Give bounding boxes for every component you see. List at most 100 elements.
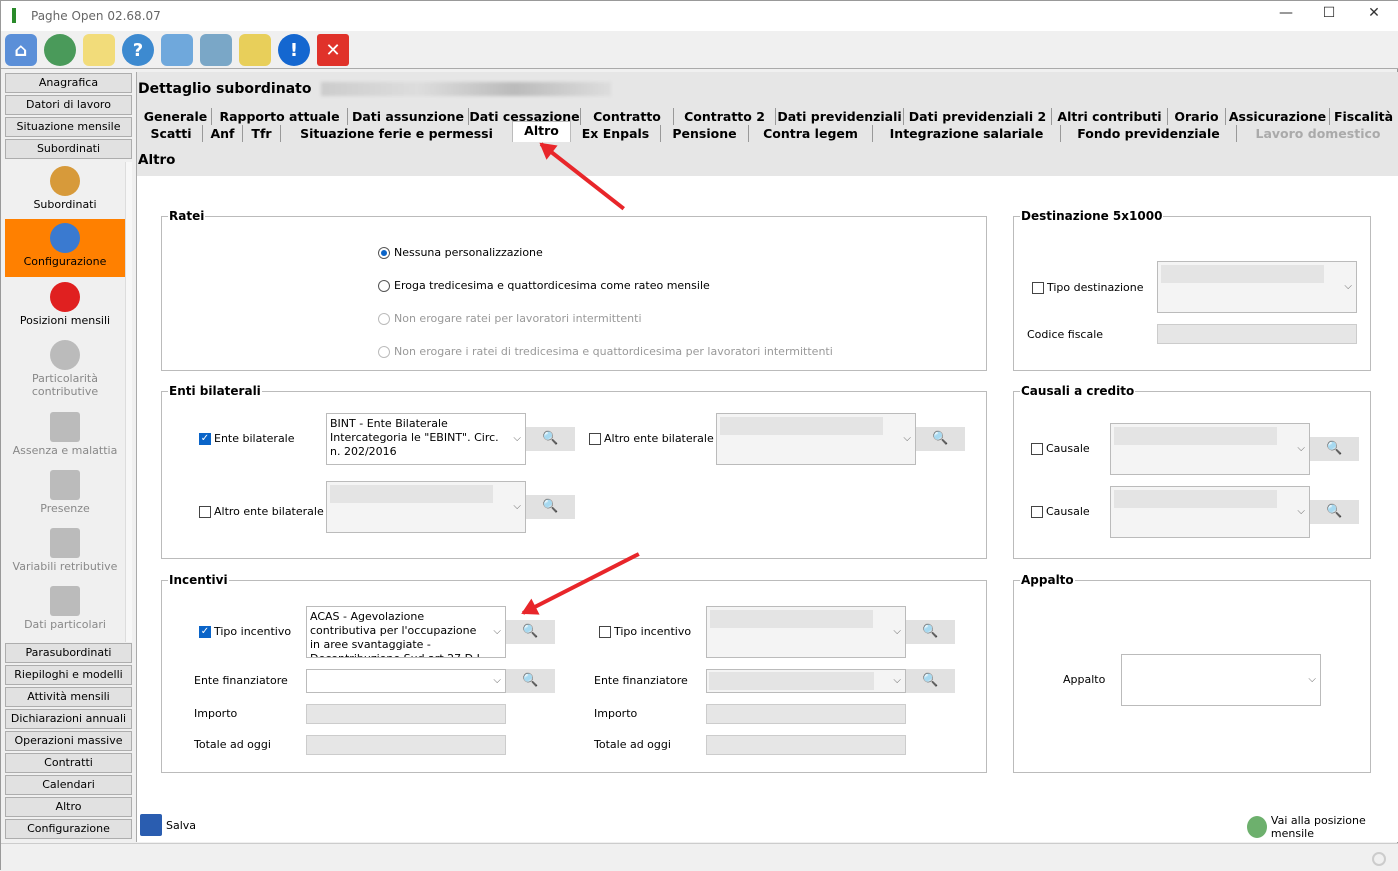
tab-ferie[interactable]: Situazione ferie e permessi <box>281 125 512 142</box>
sidebar-subordinati[interactable]: Subordinati <box>5 139 132 159</box>
nav-subordinati[interactable]: Subordinati <box>5 162 125 220</box>
sidebar-dichiarazioni[interactable]: Dichiarazioni annuali <box>5 709 132 729</box>
sidebar-scrollbar[interactable] <box>125 162 132 642</box>
causale1-checkbox[interactable]: Causale <box>1031 442 1090 455</box>
altro-ente-search-button[interactable]: 🔍 <box>916 427 965 451</box>
tipo-incentivo-select[interactable]: ACAS - Agevolazione contributiva per l'o… <box>306 606 506 658</box>
folder-refresh-icon[interactable] <box>239 34 271 66</box>
sidebar-situazione[interactable]: Situazione mensile <box>5 117 132 137</box>
tab-previdenziali[interactable]: Dati previdenziali <box>776 108 904 125</box>
tab-assicurazione[interactable]: Assicurazione <box>1226 108 1330 125</box>
radio-eroga[interactable]: Eroga tredicesima e quattordicesima come… <box>378 279 710 292</box>
altro-ente-checkbox[interactable]: Altro ente bilaterale <box>589 432 714 445</box>
tab-altri-contributi[interactable]: Altri contributi <box>1052 108 1168 125</box>
causale2-search-button[interactable]: 🔍 <box>1310 500 1359 524</box>
minimize-button[interactable]: — <box>1263 5 1309 27</box>
save-label: Salva <box>166 819 196 832</box>
tab-contratto2[interactable]: Contratto 2 <box>674 108 776 125</box>
globe-news-icon[interactable] <box>44 34 76 66</box>
sidebar-altro[interactable]: Altro <box>5 797 132 817</box>
sidebar-contratti[interactable]: Contratti <box>5 753 132 773</box>
page-title: Dettaglio subordinato <box>138 81 311 97</box>
tab-fiscalita[interactable]: Fiscalità <box>1330 108 1397 125</box>
nav-particolarita[interactable]: Particolarità contributive <box>5 336 125 394</box>
ente-bilaterale-select[interactable]: BINT - Ente Bilaterale Intercategoria le… <box>326 413 526 465</box>
radio-label: Non erogare ratei per lavoratori intermi… <box>394 312 642 325</box>
search-icon: 🔍 <box>1326 504 1342 519</box>
ente-finanziatore-select[interactable]: ⌵ <box>306 669 506 693</box>
sidebar-anagrafica[interactable]: Anagrafica <box>5 73 132 93</box>
sidebar-riepiloghi[interactable]: Riepiloghi e modelli <box>5 665 132 685</box>
employee-name-redacted <box>321 82 611 96</box>
search-document-icon[interactable] <box>83 34 115 66</box>
database-sync-icon[interactable] <box>200 34 232 66</box>
ente-search-button[interactable]: 🔍 <box>526 427 575 451</box>
radio-intermittenti: Non erogare ratei per lavoratori intermi… <box>378 312 642 325</box>
tab-enpals[interactable]: Ex Enpals <box>571 125 661 142</box>
causale2-checkbox[interactable]: Causale <box>1031 505 1090 518</box>
maximize-button[interactable]: ☐ <box>1306 5 1352 27</box>
info-icon[interactable]: ! <box>278 34 310 66</box>
ente-finanziatore2-search-button[interactable]: 🔍 <box>906 669 955 693</box>
close-button[interactable]: ✕ <box>1351 5 1397 27</box>
tipo-destinazione-checkbox[interactable]: Tipo destinazione <box>1032 281 1144 294</box>
nav-presenze[interactable]: Presenze <box>5 466 125 524</box>
search-icon: 🔍 <box>1326 441 1342 456</box>
importo2-label: Importo <box>594 707 637 720</box>
app-flag-icon <box>12 8 16 23</box>
appalto-select[interactable]: ⌵ <box>1121 654 1321 706</box>
tipo-incentivo2-select: ⌵ <box>706 606 906 658</box>
tab-orario[interactable]: Orario <box>1168 108 1226 125</box>
nav-variabili[interactable]: Variabili retributive <box>5 524 125 582</box>
sidebar-parasubordinati[interactable]: Parasubordinati <box>5 643 132 663</box>
bottom-bar: Salva Vai alla posizione mensile <box>137 809 1398 841</box>
tab-contra-legem[interactable]: Contra legem <box>749 125 873 142</box>
tab-scatti[interactable]: Scatti <box>140 125 203 142</box>
nav-posizioni[interactable]: Posizioni mensili <box>5 278 125 336</box>
tab-rapporto[interactable]: Rapporto attuale <box>212 108 348 125</box>
incentivo-search-button[interactable]: 🔍 <box>506 620 555 644</box>
sidebar-calendari[interactable]: Calendari <box>5 775 132 795</box>
nav-dati-particolari[interactable]: Dati particolari <box>5 582 125 640</box>
exit-icon[interactable]: ✕ <box>317 34 349 66</box>
sidebar-operazioni[interactable]: Operazioni massive <box>5 731 132 751</box>
search-icon: 🔍 <box>522 673 538 688</box>
people-icon <box>50 166 80 196</box>
tab-integrazione[interactable]: Integrazione salariale <box>873 125 1061 142</box>
altro-ente2-search-button[interactable]: 🔍 <box>526 495 575 519</box>
tipo-incentivo-checkbox[interactable]: ✓Tipo incentivo <box>199 625 291 638</box>
help-globe-icon[interactable]: ? <box>122 34 154 66</box>
tab-previdenziali2[interactable]: Dati previdenziali 2 <box>904 108 1052 125</box>
tab-contratto[interactable]: Contratto <box>581 108 674 125</box>
radio-label: Eroga tredicesima e quattordicesima come… <box>394 279 710 292</box>
status-bar <box>1 843 1398 871</box>
ente-bilaterale-checkbox[interactable]: ✓Ente bilaterale <box>199 432 295 445</box>
tipo-incentivo2-checkbox[interactable]: Tipo incentivo <box>599 625 691 638</box>
incentivo2-search-button[interactable]: 🔍 <box>906 620 955 644</box>
save-button[interactable]: Salva <box>140 814 196 836</box>
tab-assunzione[interactable]: Dati assunzione <box>348 108 469 125</box>
sidebar-attivita[interactable]: Attività mensili <box>5 687 132 707</box>
home-icon[interactable]: ⌂ <box>5 34 37 66</box>
causale1-select: ⌵ <box>1110 423 1310 475</box>
tab-fondo[interactable]: Fondo previdenziale <box>1061 125 1237 142</box>
radio-nessuna[interactable]: Nessuna personalizzazione <box>378 246 543 259</box>
nav-configurazione[interactable]: Configurazione <box>5 219 125 277</box>
sidebar-datori[interactable]: Datori di lavoro <box>5 95 132 115</box>
goto-monthly-button[interactable]: Vai alla posizione mensile <box>1247 814 1398 840</box>
target-icon <box>50 282 80 312</box>
tab-tfr[interactable]: Tfr <box>243 125 281 142</box>
altro-ente2-checkbox[interactable]: Altro ente bilaterale <box>199 505 324 518</box>
tab-generale[interactable]: Generale <box>140 108 212 125</box>
tab-pensione[interactable]: Pensione <box>661 125 749 142</box>
tab-anf[interactable]: Anf <box>203 125 243 142</box>
importo2-input <box>706 704 906 724</box>
sidebar-configurazione[interactable]: Configurazione <box>5 819 132 839</box>
network-icon[interactable] <box>161 34 193 66</box>
ente-finanziatore-search-button[interactable]: 🔍 <box>506 669 555 693</box>
window-title: Paghe Open 02.68.07 <box>31 9 161 23</box>
nav-assenza[interactable]: Assenza e malattia <box>5 408 125 466</box>
chart-icon <box>50 528 80 558</box>
causale1-search-button[interactable]: 🔍 <box>1310 437 1359 461</box>
checkbox-label: Causale <box>1046 442 1090 455</box>
